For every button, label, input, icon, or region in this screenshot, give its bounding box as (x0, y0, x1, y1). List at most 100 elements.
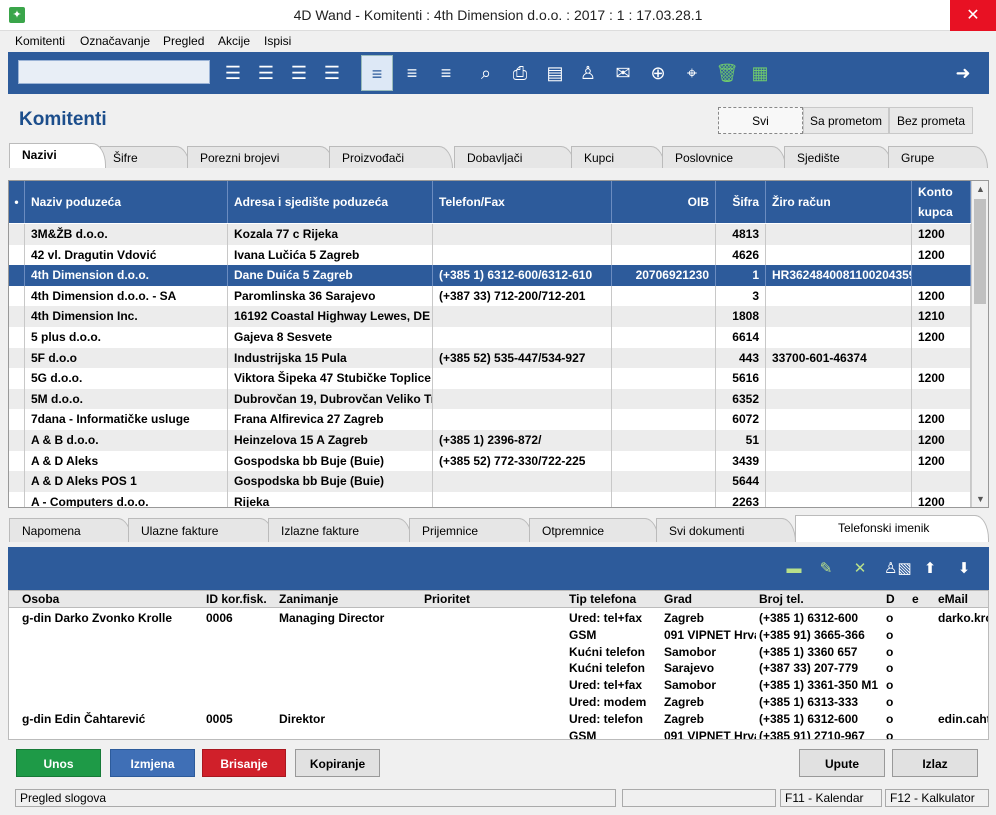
menu-pregled[interactable]: Pregled (163, 34, 204, 48)
calculator-shortcut[interactable]: F12 - Kalkulator (885, 789, 989, 807)
exit-icon[interactable]: ➜ (950, 59, 976, 87)
scroll-up-icon[interactable]: ▲ (972, 181, 988, 197)
col-broj-tel[interactable]: Broj tel. (759, 592, 804, 606)
col-email[interactable]: eMail (938, 592, 968, 606)
table-row[interactable]: 5F d.o.o Industrijska 15 Pula (+385 52) 53… (9, 347, 971, 369)
col-prioritet[interactable]: Prioritet (424, 592, 470, 606)
list-add-all-icon[interactable]: ☰ (253, 59, 279, 87)
unos-button[interactable]: Unos (16, 749, 101, 777)
col-sifra[interactable]: Šifra (716, 181, 766, 223)
trash-icon[interactable]: 🗑 (714, 59, 740, 87)
tab-sjediste[interactable]: Sjedište (784, 146, 892, 168)
table-row[interactable]: A & D Aleks POS 1 Gospodska bb Buje (Buie… (9, 471, 971, 492)
list-item[interactable]: Ured: modem Zagreb (+385 1) 6313-333 o (9, 693, 988, 710)
tab-porezni-brojevi[interactable]: Porezni brojevi (187, 146, 334, 168)
calendar-shortcut[interactable]: F11 - Kalendar (780, 789, 882, 807)
delete-contact-icon[interactable]: ✕ (850, 559, 870, 579)
izmjena-button[interactable]: Izmjena (110, 749, 195, 777)
person-card-icon[interactable]: ♙▧ (884, 559, 912, 579)
globe-icon[interactable]: ⊕ (645, 59, 671, 87)
scroll-thumb[interactable] (974, 199, 986, 304)
table-row[interactable]: 42 vl. Dragutin Vdović Ivana Lučića 5 Zag… (9, 244, 971, 266)
col-id-kor-fisk[interactable]: ID kor.fisk. (206, 592, 267, 606)
list-item[interactable]: GSM 091 VIPNET Hrvatska(+385 91) 3665-366… (9, 626, 988, 643)
add-contact-icon[interactable]: ▬ (784, 559, 804, 579)
filter-all-button[interactable]: Svi (718, 107, 803, 134)
menu-ispisi[interactable]: Ispisi (264, 34, 291, 48)
tab-ulazne-fakture[interactable]: Ulazne fakture (128, 518, 274, 542)
col-osoba[interactable]: Osoba (22, 592, 59, 606)
izlaz-button[interactable]: Izlaz (892, 749, 978, 777)
view-compact-icon[interactable]: ≡ (399, 59, 425, 87)
view-list-icon[interactable]: ≡ (361, 55, 393, 91)
list-item[interactable]: g-din Edin Čahtarević 0005 Direktor Ured: t… (9, 710, 988, 727)
tab-telefonski-imenik[interactable]: Telefonski imenik (795, 515, 989, 542)
table-row[interactable]: 5G d.o.o. Viktora Šipeka 47 Stubičke Topl… (9, 368, 971, 389)
tab-nazivi[interactable]: Nazivi (9, 143, 106, 168)
col-telefon[interactable]: Telefon/Fax (433, 181, 612, 223)
search-icon[interactable]: ⌕ (473, 59, 499, 87)
menu-oznacavanje[interactable]: Označavanje (80, 34, 150, 48)
col-tip-telefona[interactable]: Tip telefona (569, 592, 636, 606)
table-row[interactable]: 3M&ŽB d.o.o. Kozala 77 c Rijeka 4813 1200 (9, 224, 971, 245)
filter-without-turnover-button[interactable]: Bez prometa (889, 107, 973, 134)
list-item[interactable]: Ured: tel+fax Samobor (+385 1) 3361-350 M1… (9, 676, 988, 693)
edit-contact-icon[interactable]: ✎ (816, 559, 836, 579)
scroll-down-icon[interactable]: ▼ (972, 491, 988, 507)
table-row[interactable]: 5M d.o.o. Dubrovčan 19, Dubrovčan Veliko … (9, 388, 971, 410)
list-refresh-icon[interactable]: ☰ (319, 59, 345, 87)
tab-grupe[interactable]: Grupe (888, 146, 988, 168)
col-d[interactable]: D (886, 592, 895, 606)
tab-proizvodjaci[interactable]: Proizvođači (329, 146, 453, 168)
view-dense-icon[interactable]: ≡ (433, 59, 459, 87)
tab-otpremnice[interactable]: Otpremnice (529, 518, 659, 542)
document-icon[interactable]: ▤ (542, 59, 568, 87)
table-row[interactable]: 7dana - Informatičke usluge Frana Alfirev… (9, 409, 971, 430)
arrow-down-icon[interactable]: ⬇ (954, 559, 974, 579)
list-item[interactable]: g-din Darko Zvonko Krolle 0006 Managing Di… (9, 609, 988, 626)
excel-icon[interactable]: ▦ (747, 59, 773, 87)
person-icon[interactable]: ♙ (575, 59, 601, 87)
list-item[interactable]: Kućni telefon Sarajevo (+387 33) 207-779 o (9, 659, 988, 676)
col-naziv[interactable]: Naziv poduzeća (25, 181, 228, 223)
col-zanimanje[interactable]: Zanimanje (279, 592, 338, 606)
tab-napomena[interactable]: Napomena (9, 518, 132, 542)
kopiranje-button[interactable]: Kopiranje (295, 749, 380, 777)
table-row[interactable]: A & D Aleks Gospodska bb Buje (Buie) (+385… (9, 450, 971, 472)
close-button[interactable]: ✕ (950, 0, 996, 31)
tab-izlazne-fakture[interactable]: Izlazne fakture (268, 518, 412, 542)
table-row[interactable]: 5 plus d.o.o. Gajeva 8 Sesvete 6614 1200 (9, 327, 971, 348)
tab-dobavljaci[interactable]: Dobavljači (454, 146, 575, 168)
menu-komitenti[interactable]: Komitenti (15, 34, 65, 48)
table-row[interactable]: 4th Dimension d.o.o. Dane Duića 5 Zagreb(… (9, 265, 971, 286)
col-ziro[interactable]: Žiro račun (766, 181, 912, 223)
vertical-scrollbar[interactable]: ▲ ▼ (971, 181, 988, 507)
mail-icon[interactable]: ✉ (610, 59, 636, 87)
table-row[interactable]: A & B d.o.o. Heinzelova 15 A Zagreb (+385 … (9, 430, 971, 451)
companies-grid[interactable]: • Naziv poduzeća Adresa i sjedište poduz… (8, 180, 989, 508)
col-adresa[interactable]: Adresa i sjedište poduzeća (228, 181, 433, 223)
col-konto[interactable]: Konto kupca (912, 181, 971, 223)
tab-svi-dokumenti[interactable]: Svi dokumenti (656, 518, 796, 542)
brisanje-button[interactable]: Brisanje (202, 749, 286, 777)
col-oib[interactable]: OIB (612, 181, 716, 223)
table-row[interactable]: A - Computers d.o.o. Rijeka 2263 1200 (9, 491, 971, 507)
list-item[interactable]: Kućni telefon Samobor (+385 1) 3360 657 o (9, 643, 988, 660)
contacts-grid[interactable]: Osoba ID kor.fisk. Zanimanje Prioritet T… (8, 590, 989, 740)
col-grad[interactable]: Grad (664, 592, 692, 606)
menu-akcije[interactable]: Akcije (218, 34, 250, 48)
upute-button[interactable]: Upute (799, 749, 885, 777)
list-item[interactable]: GSM 091 VIPNET Hrvatska(+385 91) 2710-967… (9, 727, 988, 739)
arrow-up-icon[interactable]: ⬆ (920, 559, 940, 579)
tab-poslovnice[interactable]: Poslovnice (662, 146, 786, 168)
search-input[interactable] (18, 60, 210, 84)
filter-with-turnover-button[interactable]: Sa prometom (803, 107, 889, 134)
list-remove-icon[interactable]: ☰ (286, 59, 312, 87)
print-icon[interactable]: ⎙ (507, 59, 533, 87)
col-e[interactable]: e (912, 592, 919, 606)
table-row[interactable]: 4th Dimension d.o.o. - SA Paromlinska 36 … (9, 285, 971, 307)
tab-prijemnice[interactable]: Prijemnice (409, 518, 533, 542)
list-add-icon[interactable]: ☰ (220, 59, 246, 87)
tab-sifre[interactable]: Šifre (100, 146, 190, 168)
table-row[interactable]: 4th Dimension Inc. 16192 Coastal Highway … (9, 306, 971, 327)
